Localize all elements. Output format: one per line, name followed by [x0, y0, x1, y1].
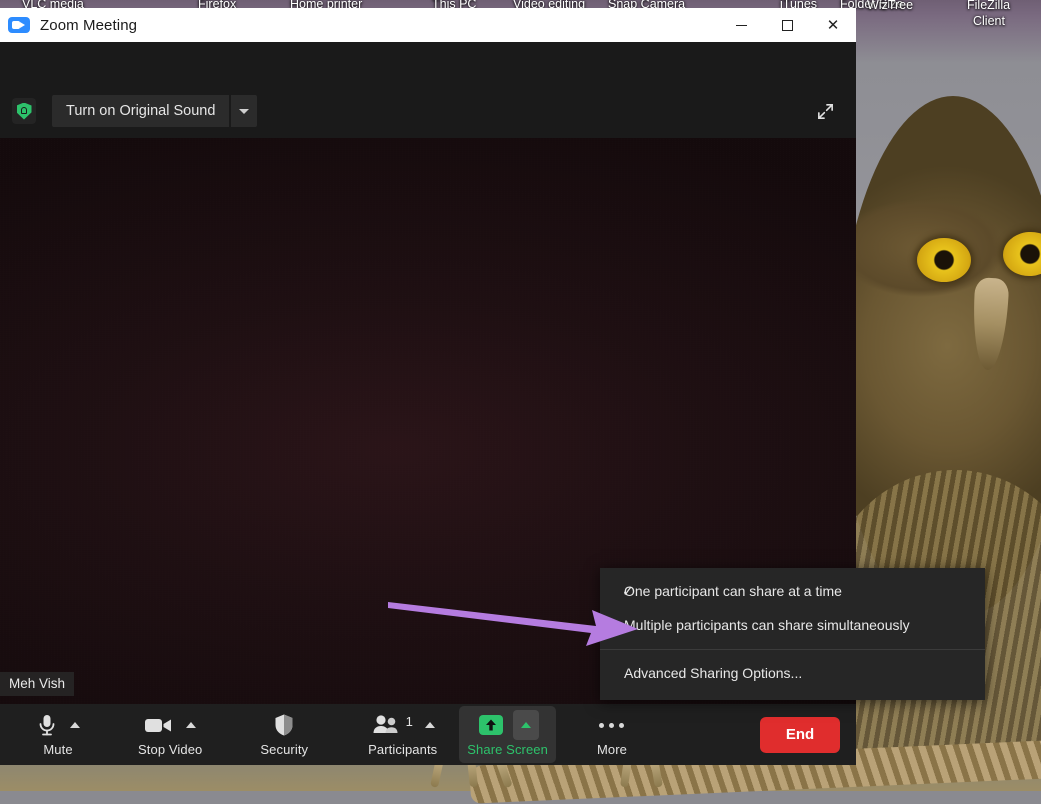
share-screen-label: Share Screen	[467, 742, 548, 757]
meeting-control-bar: Mute Stop Video Security	[0, 704, 856, 765]
window-controls: ✕	[718, 8, 856, 42]
encryption-shield-icon[interactable]	[12, 98, 36, 124]
more-label: More	[597, 742, 627, 757]
meeting-top-toolbar: Turn on Original Sound	[0, 42, 856, 138]
microphone-icon	[36, 713, 58, 737]
menu-item-advanced-sharing-options-label: Advanced Sharing Options...	[624, 665, 802, 681]
participants-label: Participants	[368, 742, 437, 757]
window-titlebar: Zoom Meeting ✕	[0, 8, 856, 42]
menu-item-advanced-sharing-options[interactable]: Advanced Sharing Options...	[600, 656, 985, 690]
desktop-icon-label[interactable]: WizTree	[867, 0, 913, 12]
participant-name-badge: Meh Vish	[0, 672, 74, 696]
chevron-up-icon	[521, 722, 531, 728]
menu-item-multiple-participants[interactable]: Multiple participants can share simultan…	[600, 608, 985, 642]
menu-item-one-participant-label: One participant can share at a time	[624, 583, 842, 599]
upload-arrow-icon	[477, 711, 505, 739]
desktop-icon-label[interactable]: FileZilla	[967, 0, 1010, 12]
shield-icon	[17, 103, 32, 120]
menu-item-multiple-participants-label: Multiple participants can share simultan…	[624, 617, 910, 633]
ellipsis-icon	[599, 712, 624, 738]
end-meeting-button[interactable]: End	[760, 717, 840, 753]
mute-button[interactable]: Mute	[30, 704, 86, 765]
chevron-down-icon	[239, 109, 249, 114]
video-options-chevron-up-icon[interactable]	[186, 722, 196, 728]
turn-on-original-sound-button[interactable]: Turn on Original Sound	[52, 95, 229, 127]
participants-count: 1	[406, 714, 413, 729]
more-button[interactable]: More	[584, 704, 640, 765]
minimize-icon	[736, 25, 747, 26]
security-label: Security	[260, 742, 308, 757]
maximize-icon	[782, 20, 793, 31]
stop-video-button[interactable]: Stop Video	[132, 704, 208, 765]
enter-fullscreen-icon	[816, 102, 835, 121]
shield-icon	[273, 713, 295, 737]
window-title: Zoom Meeting	[40, 17, 137, 34]
zoom-camera-icon	[8, 17, 30, 33]
owl-eye-left	[917, 238, 971, 282]
share-screen-dropdown-menu: ✓ One participant can share at a time Mu…	[600, 568, 985, 700]
mute-options-chevron-up-icon[interactable]	[70, 722, 80, 728]
security-button[interactable]: Security	[254, 704, 314, 765]
close-icon: ✕	[827, 18, 840, 33]
checkmark-icon: ✓	[622, 583, 634, 600]
original-sound-control: Turn on Original Sound	[52, 95, 257, 127]
video-camera-icon	[144, 715, 174, 735]
mute-label: Mute	[43, 742, 72, 757]
maximize-button[interactable]	[764, 8, 810, 42]
share-screen-button[interactable]: Share Screen	[459, 706, 556, 763]
minimize-button[interactable]	[718, 8, 764, 42]
enter-fullscreen-button[interactable]	[808, 95, 842, 127]
participants-button[interactable]: 1 Participants	[362, 704, 443, 765]
participants-options-chevron-up-icon[interactable]	[425, 722, 435, 728]
people-icon	[371, 714, 401, 736]
close-button[interactable]: ✕	[810, 8, 856, 42]
menu-separator	[600, 649, 985, 650]
desktop-icon-label[interactable]: Client	[973, 14, 1005, 28]
original-sound-dropdown-button[interactable]	[231, 95, 257, 127]
share-screen-options-button[interactable]	[513, 710, 539, 740]
menu-item-one-participant[interactable]: ✓ One participant can share at a time	[600, 574, 985, 608]
stop-video-label: Stop Video	[138, 742, 202, 757]
